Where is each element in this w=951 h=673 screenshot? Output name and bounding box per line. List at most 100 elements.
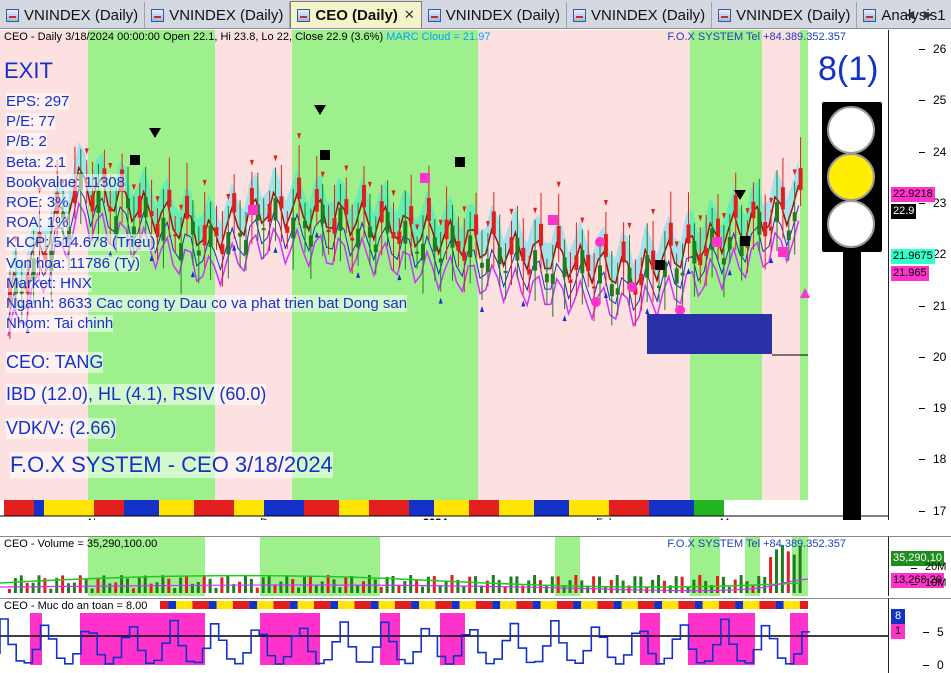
- signal-circle-icon: [595, 237, 605, 247]
- safety-strip-segment: [378, 601, 387, 609]
- safety-strip-segment: [589, 601, 598, 609]
- safety-strip-segment: [257, 601, 266, 609]
- candle-body: [338, 207, 343, 231]
- candle-body: [244, 240, 248, 255]
- tab-0[interactable]: VNINDEX (Daily): [0, 2, 146, 28]
- signal-pink-square-icon: [420, 173, 430, 183]
- candle-body: [562, 257, 567, 277]
- volume-y-tick: 20M: [910, 561, 947, 573]
- safety-strip-segment: [322, 601, 331, 609]
- volume-bar: [745, 581, 749, 593]
- safety-strip-segment: [540, 601, 549, 609]
- safety-strip-segment: [232, 601, 241, 609]
- safety-strip-segment: [330, 601, 339, 609]
- safety-strip-segment: [621, 601, 630, 609]
- candle-body: [232, 193, 237, 213]
- candle-body: [680, 272, 685, 276]
- fundamental-item: EPS: 297: [6, 93, 70, 110]
- price-pane[interactable]: CEO - Daily 3/18/2024 00:00:00 Open 22.1…: [0, 30, 888, 520]
- traffic-light-pole: [843, 252, 861, 520]
- price-y-axis[interactable]: 26 25 24 23 22 21 20 19 18 17 22.9218 22.9 21.9675 21…: [888, 30, 951, 520]
- volume-bar: [332, 579, 336, 593]
- safety-strip-segment: [386, 601, 395, 609]
- candle-body: [444, 219, 449, 240]
- candle-body: [96, 189, 101, 213]
- candle-body: [155, 223, 160, 238]
- price-chart[interactable]: [0, 30, 888, 520]
- safety-strip-segment: [492, 601, 501, 609]
- tab-close-icon[interactable]: ✕: [404, 7, 415, 23]
- signal-label: EXIT: [4, 58, 53, 83]
- candle-body: [727, 236, 732, 250]
- safety-strip-segment: [168, 601, 177, 609]
- volume-bar: [598, 576, 601, 593]
- safety-strip-segment: [556, 601, 565, 609]
- candle-body: [733, 194, 738, 218]
- fundamental-item: KLCP: 514.678 (Trieu): [6, 234, 156, 252]
- candle-body: [792, 212, 797, 222]
- candle-body: [185, 195, 189, 219]
- candle-body: [379, 201, 384, 223]
- candle-body: [397, 231, 402, 244]
- candle-body: [90, 195, 95, 212]
- candle-body: [657, 285, 661, 289]
- signal-circle-icon: [675, 305, 685, 315]
- volume-bar: [19, 575, 23, 593]
- signal-strip-segment: [94, 500, 124, 516]
- volume-bar: [468, 576, 472, 593]
- safety-strip-segment: [338, 601, 347, 609]
- tab-1[interactable]: VNINDEX (Daily): [145, 2, 291, 28]
- tab-scroll-left-icon[interactable]: ◀: [901, 4, 919, 24]
- traffic-lamp-middle: [827, 153, 875, 201]
- candle-body: [721, 258, 726, 265]
- volume-bar: [432, 576, 436, 593]
- safety-strip-segment: [646, 601, 655, 609]
- volume-bar: [155, 582, 159, 593]
- y-axis-tick: 26: [918, 42, 947, 56]
- candle-body: [114, 216, 119, 236]
- candle-body: [167, 189, 172, 207]
- tab-scroll-right-icon[interactable]: ▶: [919, 4, 937, 24]
- tab-2[interactable]: CEO (Daily) ✕: [290, 1, 422, 28]
- safety-y-tick: 0: [923, 658, 944, 672]
- candle-body: [179, 243, 184, 261]
- candle-body: [238, 232, 243, 237]
- volume-bar: [786, 551, 790, 593]
- safety-strip-segment: [516, 601, 525, 609]
- candle-body: [385, 211, 390, 233]
- tab-3[interactable]: VNINDEX (Daily): [422, 2, 567, 28]
- safety-strip-segment: [435, 601, 444, 609]
- safety-strip-segment: [216, 601, 225, 609]
- volume-bar: [226, 575, 230, 593]
- marc-cloud-label: MARC Cloud = 21.97: [386, 31, 491, 43]
- safety-strip-segment: [346, 601, 355, 609]
- candle-body: [615, 288, 620, 295]
- signal-strip-segment: [369, 500, 409, 516]
- safety-pane[interactable]: CEO - Muc do an toan = 8.00: [0, 598, 888, 673]
- tab-4[interactable]: VNINDEX (Daily): [567, 2, 713, 28]
- tab-5[interactable]: VNINDEX (Daily): [712, 2, 858, 28]
- candle-body: [279, 196, 284, 209]
- volume-bar: [592, 576, 596, 593]
- signal-strip-segment: [434, 500, 469, 516]
- candle-body: [757, 211, 762, 235]
- volume-bar: [739, 575, 743, 593]
- candle-body: [539, 223, 543, 246]
- volume-bar: [202, 575, 206, 593]
- volume-y-axis[interactable]: 35,290,10 13,268,20 20M 10M: [888, 536, 951, 596]
- traffic-lamp-top: [827, 106, 875, 154]
- safety-strip-segment: [629, 601, 638, 609]
- candle-body: [285, 226, 290, 233]
- rating-label: 8(1): [818, 50, 879, 88]
- volume-pane[interactable]: CEO - Volume = 35,290,100.00 F.O.X SYSTE…: [0, 536, 888, 596]
- safety-strip-segment: [767, 601, 776, 609]
- candle-body: [261, 228, 266, 231]
- safety-strip-segment: [313, 601, 322, 609]
- volume-bar: [285, 575, 289, 593]
- candle-body: [137, 195, 142, 218]
- safety-strip-segment: [176, 601, 185, 609]
- volume-bar: [421, 586, 424, 593]
- safety-y-axis[interactable]: 81 5 0: [888, 598, 951, 673]
- safety-strip-segment: [208, 601, 217, 609]
- safety-strip-segment: [160, 601, 169, 609]
